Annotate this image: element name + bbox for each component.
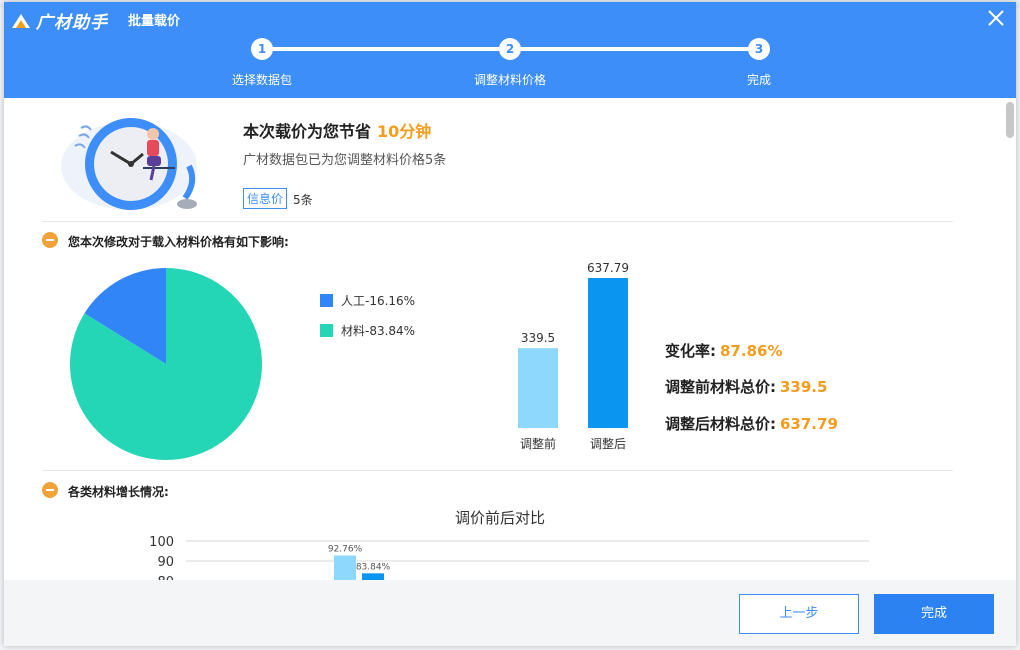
summary-title: 本次载价为您节省 10分钟 [243, 118, 431, 142]
legend-labor: 人工-16.16% [320, 292, 415, 309]
after-total-value: 637.79 [780, 415, 838, 433]
step-3-dot: 3 [748, 38, 770, 60]
growth-bar-label: 83.84% [356, 562, 391, 572]
collapse-icon[interactable] [42, 232, 58, 248]
info-price-count: 5条 [293, 193, 313, 207]
section-impact-title: 您本次修改对于载入材料价格有如下影响: [68, 235, 289, 249]
legend-material-swatch [320, 324, 333, 337]
bar-value-label: 339.5 [521, 331, 555, 345]
bar-before [518, 348, 558, 428]
clock-illustration [61, 118, 197, 210]
divider [42, 470, 953, 471]
summary-subtitle: 广材数据包已为您调整材料价格5条 [243, 153, 447, 168]
before-after-bar-chart: 339.5 调整前 637.79 调整后 [518, 261, 629, 451]
dialog-title: 批量载价 [128, 14, 181, 29]
legend-material-label: 材料-83.84% [341, 324, 416, 338]
close-icon[interactable] [986, 8, 1006, 28]
divider [42, 221, 953, 222]
y-tick-label: 100 [149, 535, 174, 550]
dialog-content: 本次载价为您节省 10分钟 广材数据包已为您调整材料价格5条 信息价 5条 您本次… [4, 98, 1016, 580]
step-1-label: 选择数据包 [231, 73, 292, 87]
growth-chart-title: 调价前后对比 [455, 509, 545, 527]
after-total-label: 调整后材料总价: [665, 415, 776, 433]
before-total-value: 339.5 [780, 378, 828, 396]
info-price-tag[interactable]: 信息价 [243, 188, 288, 209]
step-1-dot: 1 [251, 38, 273, 60]
app-logo: 广材助手 [10, 8, 108, 33]
labor-material-pie-chart [70, 268, 262, 460]
previous-step-button[interactable]: 上一步 [739, 594, 859, 634]
bar-category-label: 调整前 [520, 436, 556, 451]
change-rate-value: 87.86% [720, 342, 783, 360]
before-total: 调整前材料总价: 339.5 [665, 376, 827, 397]
app-name: 广材助手 [36, 13, 108, 33]
after-total: 调整后材料总价: 637.79 [665, 413, 838, 434]
step-3-label: 完成 [746, 73, 771, 87]
logo-icon [12, 13, 30, 28]
collapse-icon[interactable] [42, 482, 58, 498]
before-total-label: 调整前材料总价: [665, 378, 776, 396]
step-2-label: 调整材料价格 [473, 73, 546, 87]
step-2-dot: 2 [499, 38, 521, 60]
change-rate: 变化率: 87.86% [665, 340, 782, 361]
dialog-footer: 上一步 完成 [4, 580, 1016, 646]
legend-material: 材料-83.84% [320, 322, 415, 339]
dialog-header: 广材助手 批量载价 1 2 3 选择数据包 调整材料价格 完成 [4, 2, 1016, 98]
growth-bar [362, 573, 384, 580]
bar-after [588, 278, 628, 428]
change-rate-label: 变化率: [665, 342, 716, 360]
legend-labor-swatch [320, 294, 333, 307]
bar-category-label: 调整后 [590, 436, 626, 451]
growth-bar-label: 92.76% [328, 544, 363, 554]
growth-comparison-chart: 调价前后对比100908092.76%83.84% [149, 509, 869, 580]
bar-value-label: 637.79 [587, 261, 629, 275]
section-growth-title: 各类材料增长情况: [68, 485, 169, 499]
y-tick-label: 90 [157, 555, 174, 570]
legend-labor-label: 人工-16.16% [341, 294, 416, 308]
finish-button[interactable]: 完成 [874, 594, 994, 634]
summary-title-text: 本次载价为您节省 [243, 122, 372, 141]
vertical-scrollbar[interactable] [1006, 102, 1014, 138]
time-saved: 10分钟 [377, 122, 432, 141]
batch-pricing-dialog: 广材助手 批量载价 1 2 3 选择数据包 调整材料价格 完成 本次载价为您节省… [4, 2, 1016, 646]
growth-bar [334, 555, 356, 580]
